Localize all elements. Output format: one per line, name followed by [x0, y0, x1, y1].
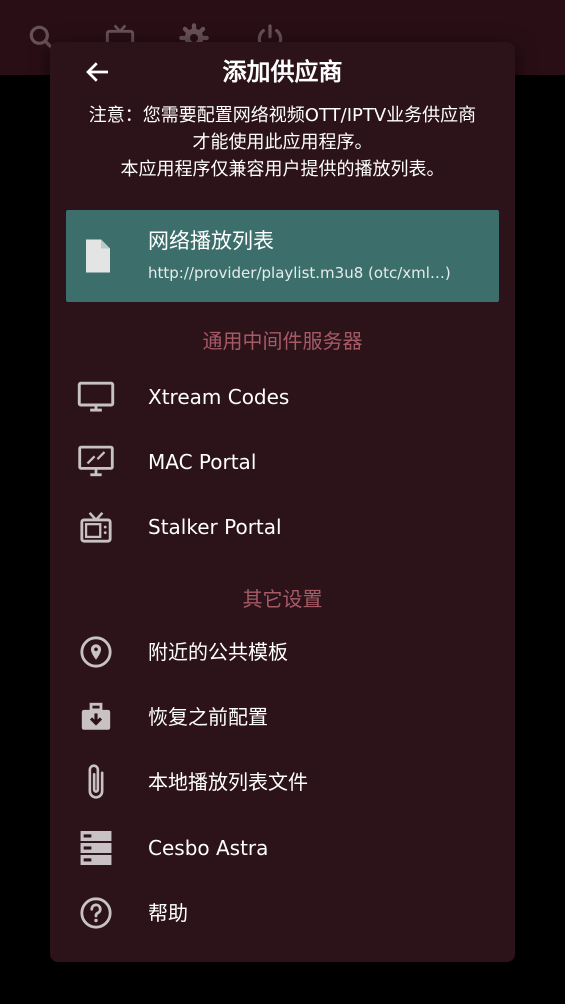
section-header-other: 其它设置: [242, 587, 323, 611]
paperclip-icon: [76, 764, 116, 800]
menu-item-label: Stalker Portal: [148, 515, 282, 539]
tv-icon: [76, 509, 116, 545]
menu-item-label: 帮助: [148, 901, 188, 925]
menu-item-help[interactable]: 帮助: [50, 883, 515, 943]
network-playlist-item[interactable]: 网络播放列表 http://provider/playlist.m3u8 (ot…: [66, 210, 499, 302]
item-title: 网络播放列表: [148, 229, 274, 253]
menu-item-cesbo-astra[interactable]: Cesbo Astra: [50, 818, 515, 878]
portal-monitor-icon: [76, 444, 116, 480]
menu-item-label: 附近的公共模板: [148, 640, 288, 664]
menu-item-stalker-portal[interactable]: Stalker Portal: [50, 497, 515, 557]
menu-item-restore-config[interactable]: 恢复之前配置: [50, 687, 515, 747]
dialog-title: 添加供应商: [222, 58, 343, 86]
menu-item-nearby-templates[interactable]: 附近的公共模板: [50, 622, 515, 682]
menu-item-label: Xtream Codes: [148, 385, 290, 409]
section-header-middleware: 通用中间件服务器: [202, 329, 363, 353]
menu-item-label: 本地播放列表文件: [148, 770, 308, 794]
monitor-icon: [76, 379, 116, 415]
item-subtitle: http://provider/playlist.m3u8 (otc/xml…): [148, 264, 451, 282]
location-pin-icon: [76, 634, 116, 670]
server-icon: [76, 830, 116, 866]
menu-item-mac-portal[interactable]: MAC Portal: [50, 432, 515, 492]
menu-item-xtream-codes[interactable]: Xtream Codes: [50, 367, 515, 427]
briefcase-download-icon: [76, 699, 116, 735]
add-provider-dialog: 添加供应商 注意：您需要配置网络视频OTT/IPTV业务供应商 才能使用此应用程…: [50, 42, 515, 962]
notice-line: 才能使用此应用程序。: [192, 132, 373, 153]
menu-item-local-playlist-file[interactable]: 本地播放列表文件: [50, 752, 515, 812]
menu-item-label: Cesbo Astra: [148, 836, 269, 860]
notice-line: 注意：您需要配置网络视频OTT/IPTV业务供应商: [88, 105, 477, 126]
screen: 添加供应商 注意：您需要配置网络视频OTT/IPTV业务供应商 才能使用此应用程…: [0, 0, 565, 1004]
notice-line: 本应用程序仅兼容用户提供的播放列表。: [120, 159, 445, 180]
menu-item-label: MAC Portal: [148, 450, 257, 474]
notice-text: 注意：您需要配置网络视频OTT/IPTV业务供应商 才能使用此应用程序。 本应用…: [60, 102, 505, 183]
dialog-header: 添加供应商: [50, 42, 515, 102]
menu-item-label: 恢复之前配置: [148, 705, 268, 729]
help-circle-icon: [76, 895, 116, 931]
file-icon: [82, 238, 114, 278]
